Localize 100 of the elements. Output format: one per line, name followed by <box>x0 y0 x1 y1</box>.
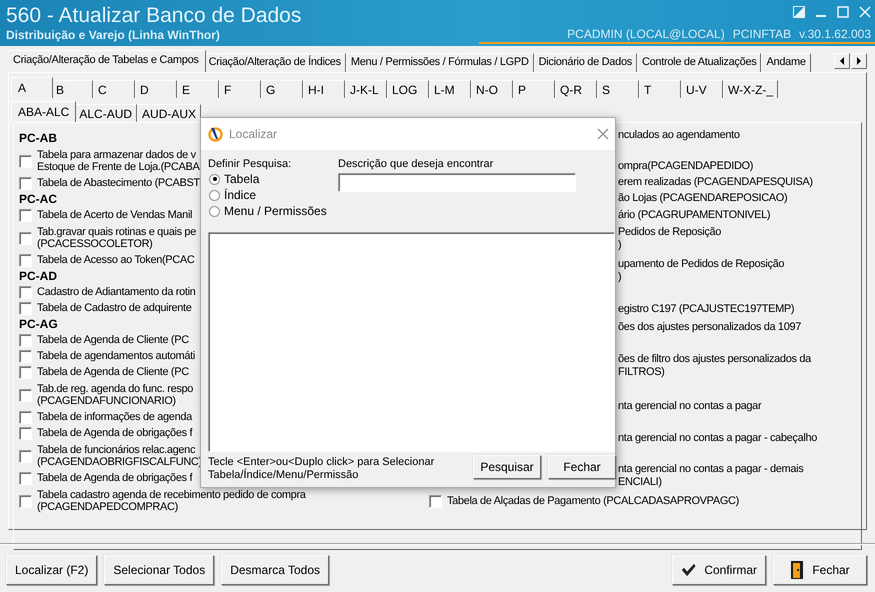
tab[interactable]: E <box>177 80 219 98</box>
table-name: ário (PCAGRUPAMENTONIVEL) <box>618 209 770 222</box>
checkbox[interactable] <box>19 494 32 508</box>
checkbox[interactable] <box>19 232 32 244</box>
checkbox[interactable] <box>19 450 32 462</box>
action-button[interactable]: Localizar (F2) <box>6 555 98 585</box>
radio-label: Índice <box>224 188 256 202</box>
dialog-button[interactable]: Pesquisar <box>473 455 541 479</box>
tab[interactable]: T <box>639 80 681 98</box>
checkbox[interactable] <box>19 411 32 424</box>
checkbox[interactable] <box>19 154 32 168</box>
tab[interactable]: Dicionário de Dados <box>534 53 637 72</box>
checkbox-label: Tabela de Agenda de Cliente (PC <box>37 334 189 347</box>
checkbox-label: Tabela de Abastecimento (PCABST <box>37 177 200 190</box>
checkbox[interactable] <box>19 388 32 402</box>
field-label: Descrição que deseja encontrar <box>338 158 494 171</box>
tab[interactable]: J-K-L <box>345 80 387 98</box>
tab-scroll-right-button[interactable] <box>851 53 867 69</box>
tab[interactable]: B <box>51 80 93 98</box>
tab[interactable]: P <box>513 80 555 98</box>
checkbox-label: Tabela de agendamentos automáti <box>37 350 195 363</box>
checkbox[interactable] <box>19 286 32 299</box>
checkbox-label: Tabela para armazenar dados de v Estoque de Frente de Loja.(PCABA <box>37 149 200 173</box>
radio-button[interactable] <box>209 206 220 216</box>
tab[interactable]: N-O <box>471 80 513 98</box>
table-name: nta gerencial no contas a pagar - demais ENCIALI) <box>618 463 804 489</box>
checkmark-icon <box>681 561 696 579</box>
checkbox-label: Tabela de Cadastro de adquirente <box>37 302 192 315</box>
group-heading: PC-AG <box>19 318 58 331</box>
checkbox[interactable] <box>19 302 32 315</box>
checkbox-label: Tabela de Acesso ao Token(PCAC <box>37 254 194 267</box>
checkbox[interactable] <box>19 177 32 190</box>
action-button[interactable]: Selecionar Todos <box>104 555 214 585</box>
tab[interactable]: LOG <box>387 80 429 98</box>
checkbox[interactable] <box>19 209 32 222</box>
checkbox-label: Tabela cadastro agenda de recebimento pedido de compra (PCAGENDAPEDCOMPRAC) <box>37 489 306 513</box>
tab[interactable]: U-V <box>681 80 723 98</box>
dialog-button[interactable]: Fechar <box>548 455 616 479</box>
tab[interactable]: Andame <box>761 53 811 72</box>
tab[interactable]: Menu / Permissões / Fórmulas / LGPD <box>346 53 534 72</box>
tab[interactable]: H-I <box>303 80 345 98</box>
checkbox[interactable] <box>19 427 32 440</box>
field-label: Definir Pesquisa: <box>208 158 292 171</box>
tab[interactable]: L-M <box>429 80 471 98</box>
tab[interactable]: ABA-ALC <box>11 101 76 122</box>
checkbox-label: Tabela de informações de agenda <box>37 411 192 424</box>
table-name: ões de filtro dos ajustes personalizados da FILTROS) <box>618 353 811 379</box>
tab[interactable]: Controle de Atualizações <box>636 53 762 72</box>
checkbox[interactable] <box>429 495 442 508</box>
action-button[interactable]: Confirmar <box>672 555 766 585</box>
tab-scroll-left-button[interactable] <box>834 53 850 69</box>
left-triangle-icon <box>839 57 845 65</box>
checkbox[interactable] <box>19 254 32 267</box>
table-name: erem realizadas (PCAGENDAPESQUISA) <box>618 176 813 189</box>
table-name: ões dos ajustes personalizados da 1097 <box>618 321 802 334</box>
action-button[interactable]: Fechar <box>773 555 867 585</box>
tab[interactable]: F <box>219 80 261 98</box>
tab[interactable]: D <box>135 80 177 98</box>
tab[interactable]: Criação/Alteração de Tabelas e Campos <box>8 50 206 72</box>
checkbox[interactable] <box>19 334 32 347</box>
radio-button[interactable] <box>209 190 220 200</box>
table-name: ompra(PCAGENDAPEDIDO) <box>618 160 754 173</box>
checkbox[interactable] <box>19 472 32 485</box>
window-subtitle: Distribuição e Varejo (Linha WinThor) <box>6 28 221 42</box>
table-name: nta gerencial no contas a pagar - cabeçalho <box>618 432 817 445</box>
table-name: nculados ao agendamento <box>618 129 740 142</box>
tab[interactable]: Criação/Alteração de Índices <box>204 53 346 72</box>
tab[interactable]: C <box>93 80 135 98</box>
group-heading: PC-AD <box>19 270 57 283</box>
checkbox-label: Tabela de Agenda de obrigações f <box>37 472 192 485</box>
checkbox-label: Tab.de reg. agenda do func. respo (PCAGENDAFUNCIONARIO) <box>37 383 194 407</box>
checkbox-label: Cadastro de Adiantamento da rotin <box>37 286 196 299</box>
layout-icon[interactable] <box>793 6 805 18</box>
table-name: Pedidos de Reposição ) <box>618 226 722 252</box>
tab[interactable]: W-X-Z-_ <box>723 80 778 98</box>
group-heading: PC-AB <box>19 132 57 145</box>
checkbox[interactable] <box>19 366 32 379</box>
tab[interactable]: S <box>597 80 639 98</box>
search-field[interactable] <box>338 173 576 192</box>
checkbox-label: Tabela de Agenda de Cliente (PC <box>37 366 189 379</box>
checkbox-label: Tabela de Alçadas de Pagamento (PCALCADASAPROVPAGC) <box>447 495 739 508</box>
tab[interactable]: A <box>11 77 53 98</box>
checkbox-label: Tabela de Agenda de obrigações f <box>37 427 192 440</box>
checkbox-label: Tabela de funcionários relac.agenc (PCAGENDAOBRIGFISCALFUNC) <box>37 444 202 468</box>
door-icon <box>790 560 804 580</box>
tab[interactable]: AUD-AUX <box>137 104 202 122</box>
close-icon[interactable] <box>597 128 609 140</box>
hint-text: Tecle <Enter>ou<Duplo click> para Selecionar Tabela/Índice/Menu/Permissão <box>208 455 436 482</box>
maximize-icon[interactable] <box>837 6 849 18</box>
tab[interactable]: G <box>261 80 303 98</box>
action-button[interactable]: Desmarca Todos <box>221 555 330 585</box>
checkbox-label: Tab.gravar quais rotinas e quais pe (PCACESSOCOLETOR) <box>37 226 196 250</box>
table-name: nta gerencial no contas a pagar <box>618 400 762 413</box>
right-triangle-icon <box>856 57 862 65</box>
tab[interactable]: Q-R <box>555 80 597 98</box>
checkbox[interactable] <box>19 350 32 363</box>
tab[interactable]: ALC-AUD <box>74 104 138 122</box>
version-text: v.30.1.62.003 <box>799 27 871 41</box>
table-name: ão Lojas (PCAGENDAREPOSICAO) <box>618 192 788 205</box>
radio-button[interactable] <box>209 174 220 184</box>
